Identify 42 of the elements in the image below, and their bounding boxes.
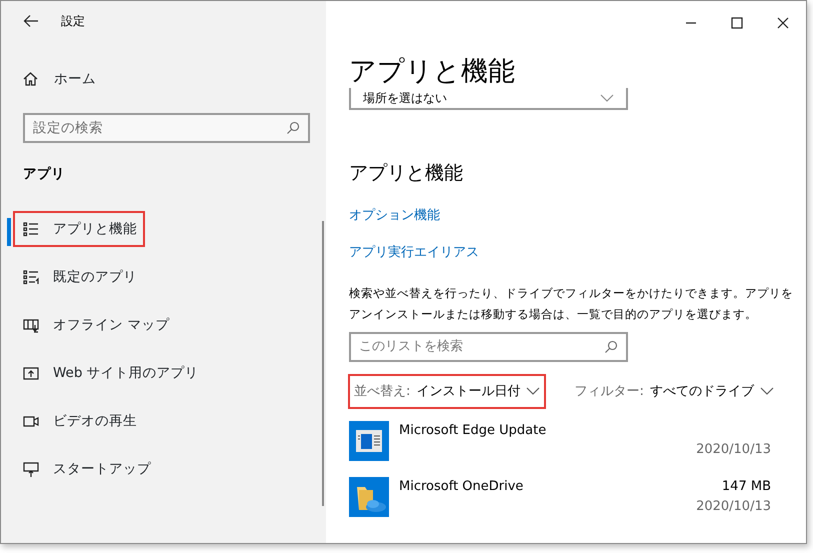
filter-dropdown[interactable]: フィルター: すべてのドライブ bbox=[568, 374, 780, 410]
home-icon bbox=[23, 72, 38, 86]
search-icon bbox=[604, 340, 618, 354]
window-title: 設定 bbox=[61, 13, 85, 30]
link[interactable]: アプリ実行エイリアス bbox=[349, 243, 479, 262]
list-icon bbox=[23, 270, 39, 284]
page-title: アプリと機能 bbox=[349, 58, 516, 85]
nav-item[interactable]: 既定のアプリ bbox=[13, 259, 145, 295]
nav-item[interactable]: ビデオの再生 bbox=[13, 403, 145, 439]
maximize-icon[interactable] bbox=[731, 17, 743, 29]
sort-dropdown[interactable]: 並べ替え: インストール日付 bbox=[348, 374, 546, 410]
monitor-icon bbox=[23, 462, 39, 476]
search-field[interactable]: このリストを検索 bbox=[349, 332, 628, 362]
window-icon bbox=[23, 366, 39, 380]
app-size: 147 MB bbox=[722, 478, 771, 496]
map-icon bbox=[23, 318, 39, 332]
app-name: Microsoft Edge Update bbox=[399, 422, 546, 440]
nav-item[interactable]: オフライン マップ bbox=[13, 307, 178, 343]
nav-item[interactable]: Web サイト用のアプリ bbox=[13, 355, 207, 391]
chevron-down-icon bbox=[760, 387, 774, 396]
app-name: Microsoft OneDrive bbox=[399, 478, 524, 496]
search-icon bbox=[286, 121, 300, 135]
app-icon bbox=[349, 421, 389, 462]
search-field[interactable]: 設定の検索 bbox=[23, 113, 310, 143]
install-date: 2020/10/13 bbox=[696, 441, 771, 460]
chevron-down-icon bbox=[600, 94, 614, 102]
close-icon[interactable] bbox=[777, 17, 789, 29]
section-heading: アプリ bbox=[22, 165, 66, 184]
home-link[interactable]: ホーム bbox=[23, 68, 96, 90]
nav-item[interactable]: アプリと機能 bbox=[13, 211, 145, 247]
back-icon[interactable] bbox=[23, 14, 39, 28]
link[interactable]: オプション機能 bbox=[349, 206, 440, 225]
scrollbar[interactable] bbox=[322, 221, 324, 506]
section-heading: アプリと機能 bbox=[349, 161, 464, 186]
app-icon bbox=[349, 477, 389, 518]
install-date: 2020/10/13 bbox=[696, 498, 771, 516]
nav-item[interactable]: スタートアップ bbox=[13, 451, 159, 487]
list-icon bbox=[23, 222, 39, 236]
camera-icon bbox=[23, 414, 39, 428]
chevron-down-icon bbox=[526, 387, 540, 396]
description: 検索や並べ替えを行ったり、ドライブでフィルターをかけたりできます。アプリをアンインストールまたは移動する場合は、一覧で目的のアプリを選びます。 bbox=[349, 284, 794, 322]
location-dropdown[interactable]: 場所を選はない bbox=[349, 88, 628, 110]
